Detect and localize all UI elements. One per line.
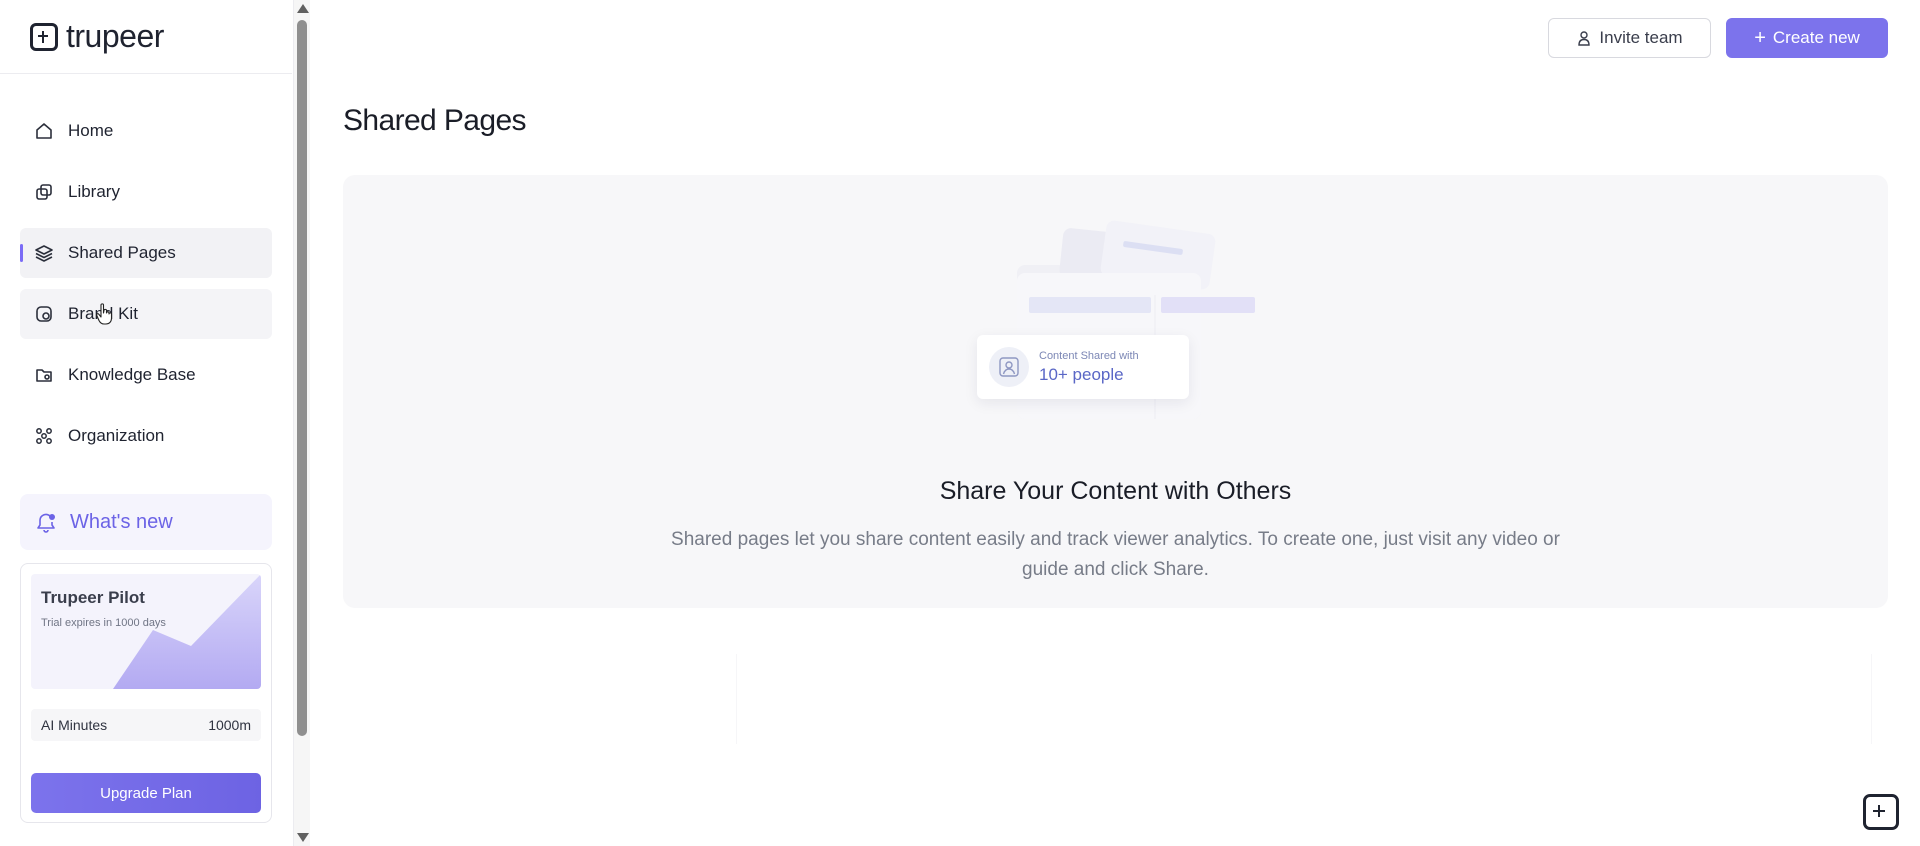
folder-icon [34,365,54,385]
logo[interactable]: trupeer [0,0,292,74]
sidebar-nav: Home Library Shared Pages Brand Kit Know… [20,106,272,472]
content-area-placeholder [736,654,1872,744]
invite-team-label: Invite team [1599,28,1683,47]
page-title: Shared Pages [343,104,527,137]
shared-card-caption: Content Shared with [1039,349,1139,362]
brand-name: trupeer [66,18,164,54]
layers-icon [34,243,54,263]
library-icon [34,182,54,202]
plan-card: Trupeer Pilot Trial expires in 1000 days… [20,563,272,823]
plus-icon: + [1754,27,1766,49]
trupeer-logo-icon [30,22,58,51]
hand-cursor-icon [96,303,113,325]
main-content: Invite team + Create new Shared Pages Co… [310,0,1920,846]
sidebar-item-label: Organization [68,426,165,445]
scroll-up-arrow-icon[interactable] [297,4,309,13]
whats-new-button[interactable]: What's new [20,494,272,550]
scroll-down-arrow-icon[interactable] [297,833,309,842]
sidebar-item-brand-kit[interactable]: Brand Kit [20,289,272,339]
plan-banner: Trupeer Pilot Trial expires in 1000 days [31,574,261,689]
ai-minutes-label: AI Minutes [41,717,108,733]
sidebar-item-library[interactable]: Library [20,167,272,217]
plan-subtitle: Trial expires in 1000 days [41,617,166,629]
organization-icon [34,426,54,446]
plan-title: Trupeer Pilot [41,588,145,607]
whats-new-label: What's new [70,510,173,533]
scroll-thumb[interactable] [297,20,307,736]
user-avatar-icon [989,347,1029,387]
sidebar-item-organization[interactable]: Organization [20,411,272,461]
upgrade-plan-button[interactable]: Upgrade Plan [31,773,261,813]
sidebar-item-home[interactable]: Home [20,106,272,156]
user-icon [1578,31,1591,46]
ai-minutes-row: AI Minutes 1000m [31,709,261,741]
create-new-button[interactable]: + Create new [1726,18,1888,58]
trupeer-widget-icon[interactable] [1863,794,1899,830]
content-shared-card: Content Shared with 10+ people [977,335,1189,399]
shared-card-count: 10+ people [1039,364,1124,384]
sidebar-item-shared-pages[interactable]: Shared Pages [20,228,272,278]
sidebar-item-knowledge-base[interactable]: Knowledge Base [20,350,272,400]
invite-team-button[interactable]: Invite team [1548,18,1711,58]
sidebar-item-label: Library [68,182,120,201]
sidebar-scrollbar[interactable] [294,0,310,846]
bell-icon [37,513,55,533]
empty-state-panel: Content Shared with 10+ people Share You… [343,175,1888,608]
home-icon [34,121,54,141]
empty-state-title: Share Your Content with Others [939,477,1292,505]
app-window: trupeer Home Library Shared Pages Brand … [0,0,1920,846]
ai-minutes-value: 1000m [208,717,251,733]
brand-kit-icon [34,304,54,324]
sidebar-item-label: Knowledge Base [68,365,196,384]
sidebar: trupeer Home Library Shared Pages Brand … [0,0,294,846]
sidebar-item-label: Shared Pages [68,243,176,262]
sidebar-item-label: Home [68,121,114,140]
create-new-label: Create new [1772,28,1860,47]
empty-state-description: Shared pages let you share content easil… [671,529,1560,580]
